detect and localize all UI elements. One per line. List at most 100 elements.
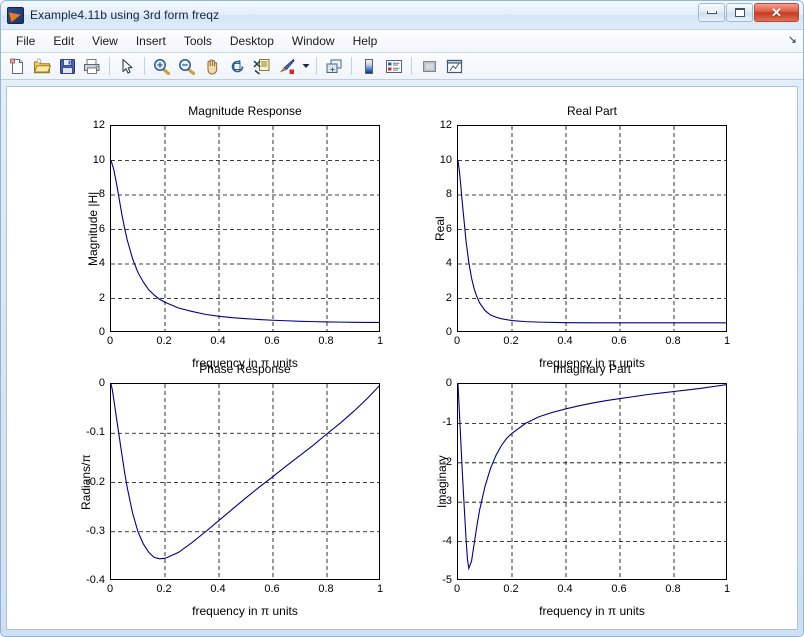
matlab-icon xyxy=(7,6,24,24)
print-figure-icon xyxy=(84,58,100,74)
zoom-in-icon xyxy=(154,58,171,75)
y-tick-label: -1 xyxy=(442,416,452,429)
axes-magnitude-response[interactable]: Magnitude Response Magnitude |H| frequen… xyxy=(86,104,383,370)
y-tick-label: 0 xyxy=(98,377,105,389)
colorbar-icon xyxy=(365,58,373,74)
title-bar[interactable]: Example4.11b using 3rd form freqz ✕ xyxy=(1,1,803,29)
y-tick-label: -0.1 xyxy=(86,426,105,439)
plot-lines xyxy=(458,126,726,331)
x-tick-label: 0.2 xyxy=(156,335,172,347)
close-button[interactable]: ✕ xyxy=(754,3,799,22)
toolbar-separator xyxy=(109,57,110,75)
y-tick-label: 12 xyxy=(439,119,452,131)
y-tick-label: 0 xyxy=(445,377,452,389)
hide-plot-tools-button[interactable] xyxy=(417,55,441,77)
plot-area[interactable] xyxy=(457,125,727,332)
show-plot-tools-button[interactable] xyxy=(442,55,466,77)
rotate-3d-button[interactable] xyxy=(225,55,249,77)
plot-area[interactable] xyxy=(457,383,727,580)
pan-button[interactable] xyxy=(200,55,224,77)
x-tick-label: 0.2 xyxy=(156,583,172,595)
minimize-button[interactable] xyxy=(698,3,725,22)
toolbar-separator xyxy=(411,57,412,75)
menu-item-edit[interactable]: Edit xyxy=(44,31,83,51)
zoom-in-button[interactable] xyxy=(150,55,174,77)
dock-arrow-icon[interactable]: ↘ xyxy=(788,35,797,46)
y-tick-label: 2 xyxy=(98,291,105,304)
y-tick-label: -0.4 xyxy=(86,574,105,586)
menu-item-insert[interactable]: Insert xyxy=(127,31,175,51)
axes-imaginary-part[interactable]: Imaginary Part Imaginary frequency in π … xyxy=(435,362,730,618)
window-title: Example4.11b using 3rd form freqz xyxy=(30,8,220,22)
menu-item-desktop[interactable]: Desktop xyxy=(221,31,283,51)
y-tick-label: -3 xyxy=(442,495,452,508)
x-tick-label: 1 xyxy=(376,583,384,595)
minimize-icon xyxy=(706,11,717,14)
legend-icon xyxy=(386,59,402,73)
y-tick-label: -5 xyxy=(442,574,452,586)
window-controls: ✕ xyxy=(698,3,799,22)
menu-item-view[interactable]: View xyxy=(83,31,127,51)
x-tick-label: 1 xyxy=(723,335,731,347)
menu-bar: File Edit View Insert Tools Desktop Wind… xyxy=(1,29,803,53)
pan-hand-icon xyxy=(207,58,217,75)
new-figure-button[interactable] xyxy=(5,55,29,77)
colorbar-button[interactable] xyxy=(357,55,381,77)
x-tick-label: 0.6 xyxy=(264,335,280,347)
rotate-3d-icon xyxy=(231,59,243,72)
y-tick-label: 6 xyxy=(98,222,105,235)
toolbar-separator xyxy=(144,57,145,75)
edit-plot-button[interactable] xyxy=(115,55,139,77)
link-data-icon xyxy=(326,59,342,73)
print-figure-button[interactable] xyxy=(80,55,104,77)
legend-button[interactable] xyxy=(382,55,406,77)
zoom-out-icon xyxy=(179,58,196,75)
axes-phase-response[interactable]: Phase Response Radians/π frequency in π … xyxy=(79,362,383,618)
y-tick-label: 0 xyxy=(98,326,105,338)
menu-item-tools[interactable]: Tools xyxy=(175,31,221,51)
x-tick-label: 1 xyxy=(723,583,731,595)
x-tick-label: 0.4 xyxy=(210,583,226,595)
x-tick-label: 0.2 xyxy=(503,583,519,595)
plot-lines xyxy=(111,384,379,579)
menu-item-window[interactable]: Window xyxy=(283,31,344,51)
data-cursor-button[interactable] xyxy=(250,55,274,77)
plot-lines xyxy=(458,384,726,579)
y-tick-label: 8 xyxy=(445,188,452,200)
brush-button[interactable] xyxy=(275,55,299,77)
x-tick-label: 0 xyxy=(453,583,461,595)
x-tick-label: 0 xyxy=(106,583,114,595)
y-tick-label: 4 xyxy=(98,257,105,269)
brush-icon xyxy=(279,58,295,74)
zoom-out-button[interactable] xyxy=(175,55,199,77)
x-tick-label: 0 xyxy=(453,335,461,347)
x-tick-label: 0.6 xyxy=(611,583,627,595)
open-file-icon xyxy=(33,58,51,73)
axes-title: Phase Response xyxy=(199,362,291,376)
y-tick-label: 10 xyxy=(439,153,452,166)
tool-bar xyxy=(1,53,803,80)
axes-xlabel: frequency in π units xyxy=(539,604,645,618)
link-plot-button[interactable] xyxy=(322,55,346,77)
plot-area[interactable] xyxy=(110,125,380,332)
y-tick-label: 2 xyxy=(445,291,452,304)
hide-plot-tools-icon xyxy=(422,60,436,72)
save-figure-button[interactable] xyxy=(55,55,79,77)
open-file-button[interactable] xyxy=(30,55,54,77)
maximize-button[interactable] xyxy=(726,3,753,22)
plot-area[interactable] xyxy=(110,383,380,580)
pointer-icon xyxy=(121,58,133,74)
y-tick-label: -4 xyxy=(442,534,452,547)
axes-real-part[interactable]: Real Part Real frequency in π units 0 0.2… xyxy=(433,104,730,370)
matlab-figure-window: Example4.11b using 3rd form freqz ✕ File… xyxy=(0,0,804,637)
axes-xlabel: frequency in π units xyxy=(192,604,298,618)
y-tick-label: -0.3 xyxy=(86,524,105,537)
menu-item-help[interactable]: Help xyxy=(344,31,387,51)
brush-dropdown-button[interactable] xyxy=(300,55,311,77)
x-tick-label: 0.8 xyxy=(665,583,681,595)
axes-title: Real Part xyxy=(566,104,618,118)
y-tick-label: 0 xyxy=(445,326,452,338)
close-icon: ✕ xyxy=(771,5,782,20)
menu-item-file[interactable]: File xyxy=(7,31,44,51)
toolbar-separator xyxy=(351,57,352,75)
